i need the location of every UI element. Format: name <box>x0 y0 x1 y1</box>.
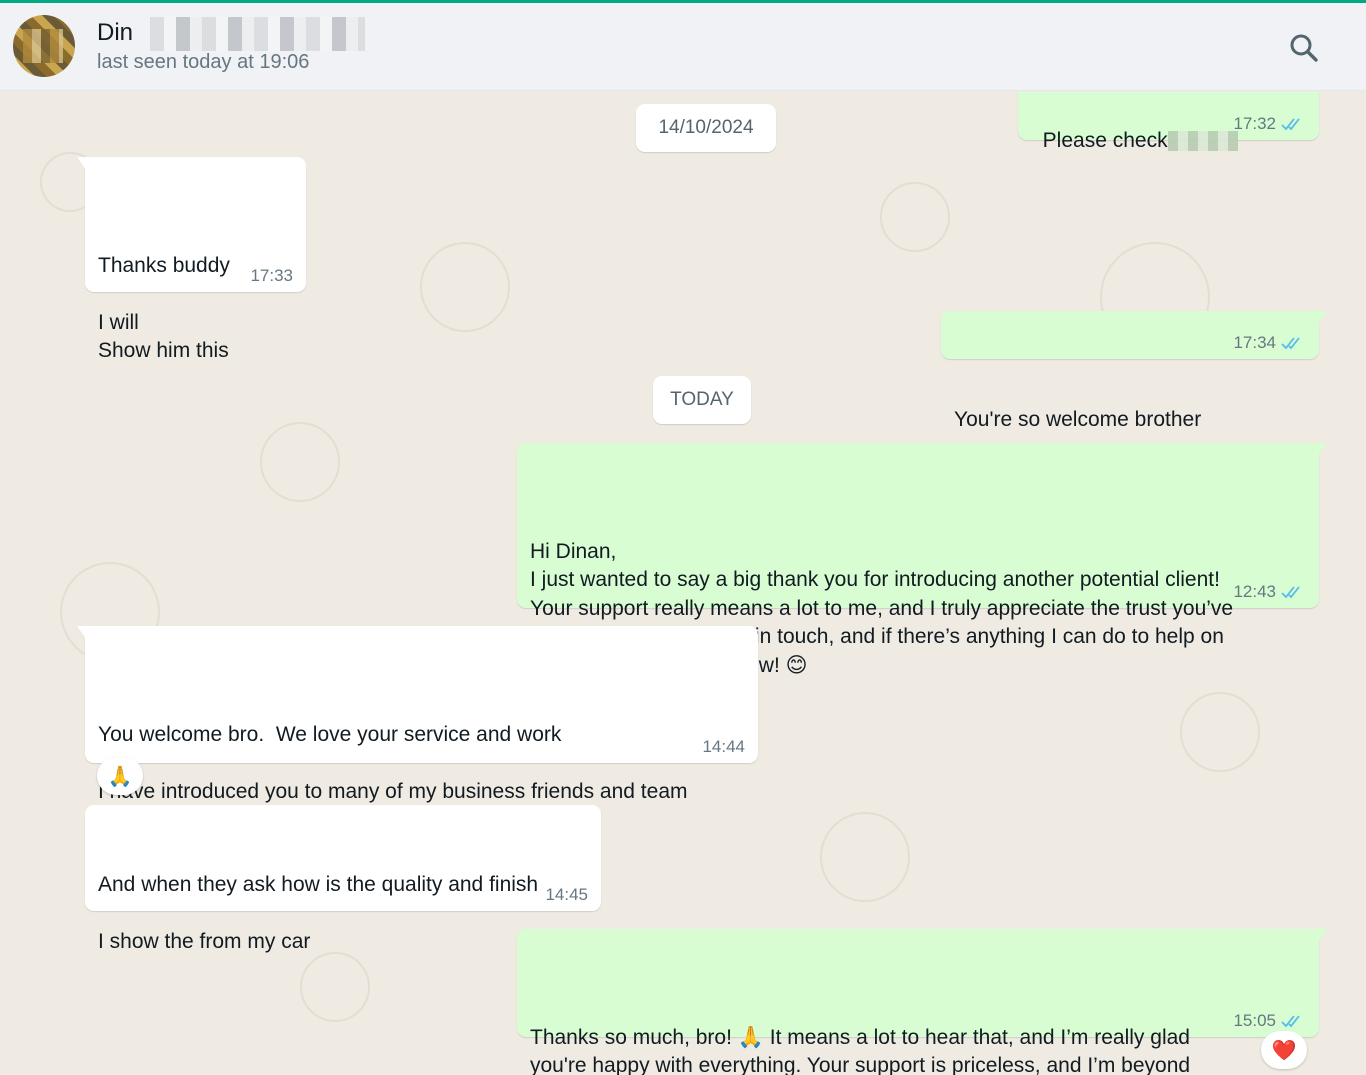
bubble-tail <box>1317 929 1327 943</box>
contact-name[interactable]: Din <box>97 19 133 47</box>
message-bubble-outgoing[interactable]: Please check 17:32 <box>1018 92 1319 152</box>
reaction-emoji: 🙏 <box>107 764 133 788</box>
message-meta: 14:44 <box>702 737 745 757</box>
reaction-emoji: ❤️ <box>1271 1038 1297 1062</box>
message-meta: 17:33 <box>250 266 293 286</box>
message-time: 12:43 <box>1233 582 1276 601</box>
bubble-tail <box>77 626 87 640</box>
search-button[interactable] <box>1286 30 1322 66</box>
wallpaper-doodle <box>820 812 910 902</box>
message-bubble-outgoing[interactable]: Thanks so much, bro! 🙏 It means a lot to… <box>517 929 1327 1075</box>
message-bubble-incoming[interactable]: And when they ask how is the quality and… <box>85 805 601 953</box>
bubble-tail <box>1317 311 1327 325</box>
message-meta: 15:05 <box>1233 1011 1306 1031</box>
double-check-icon <box>1281 118 1300 131</box>
date-divider: 14/10/2024 <box>636 104 776 152</box>
redacted-name-blur <box>150 17 365 51</box>
message-reaction[interactable]: ❤️ <box>1261 1031 1307 1069</box>
message-meta: 17:34 <box>1233 333 1306 353</box>
message-meta: 12:43 <box>1233 582 1306 602</box>
message-meta: 17:32 <box>1233 114 1306 134</box>
message-time: 17:33 <box>250 266 293 285</box>
message-bubble-incoming[interactable]: Thanks buddy I will Show him this 17:33 <box>77 157 306 362</box>
message-reaction[interactable]: 🙏 <box>97 757 143 795</box>
wallpaper-doodle <box>420 242 510 332</box>
message-bubble-outgoing[interactable]: You're so welcome brother 17:34 <box>941 311 1327 431</box>
double-check-icon <box>1281 337 1300 350</box>
wallpaper-doodle <box>260 422 340 502</box>
double-check-icon <box>1281 586 1300 599</box>
message-time: 17:34 <box>1233 333 1276 352</box>
search-icon <box>1290 34 1318 62</box>
message-bubble-outgoing[interactable]: Hi Dinan, I just wanted to say a big tha… <box>517 443 1327 677</box>
wallpaper-doodle <box>880 182 950 252</box>
chat-header[interactable]: Din last seen today at 19:06 <box>0 3 1366 91</box>
bubble-tail <box>77 157 87 171</box>
message-time: 15:05 <box>1233 1011 1276 1030</box>
message-time: 14:45 <box>545 885 588 904</box>
message-bubble-incoming[interactable]: You welcome bro. We love your service an… <box>77 626 758 831</box>
redacted-text-blur <box>1167 130 1238 151</box>
message-meta: 14:45 <box>545 885 588 905</box>
bubble-tail <box>1317 443 1327 457</box>
contact-avatar[interactable] <box>13 15 75 77</box>
date-divider: TODAY <box>653 376 751 424</box>
message-text: You're so welcome brother <box>954 407 1202 431</box>
message-time: 17:32 <box>1233 114 1276 133</box>
message-time: 14:44 <box>702 737 745 756</box>
last-seen-status: last seen today at 19:06 <box>97 51 310 73</box>
message-text: Please check <box>1042 128 1168 152</box>
double-check-icon <box>1281 1015 1300 1028</box>
message-text: And when they ask how is the quality and… <box>98 873 539 953</box>
message-text: Thanks so much, bro! 🙏 It means a lot to… <box>530 1025 1191 1075</box>
